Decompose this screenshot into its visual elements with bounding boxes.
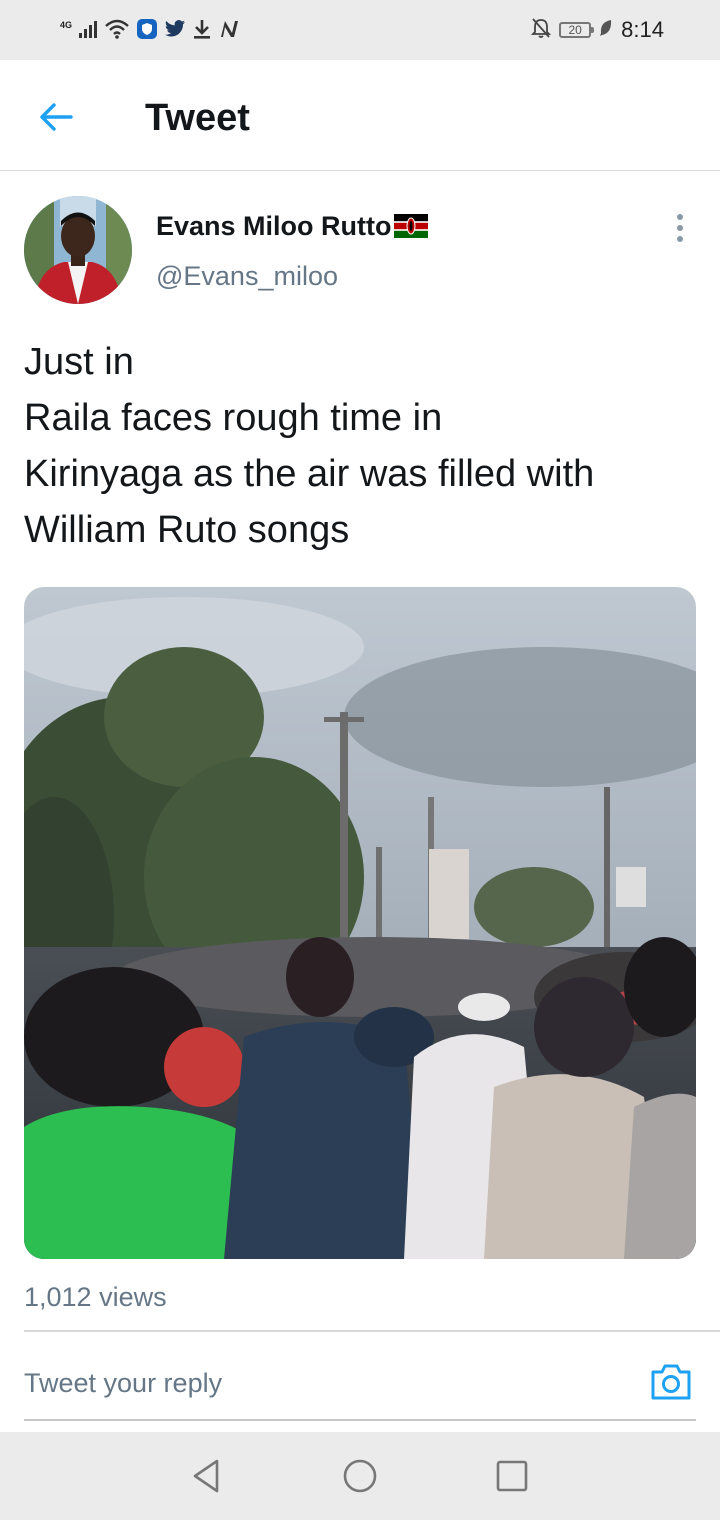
avatar[interactable] (24, 196, 132, 304)
divider (24, 1419, 696, 1421)
twitter-bird-icon (164, 19, 186, 44)
page-title: Tweet (145, 97, 250, 139)
tweet-text-line: Just in (24, 341, 134, 383)
more-dot-icon (677, 236, 683, 242)
network-type: 4G (60, 20, 73, 30)
leaf-icon (599, 19, 613, 42)
author-name[interactable]: Evans Miloo Rutto (156, 209, 428, 243)
divider (24, 1330, 720, 1332)
signal-icon (78, 19, 98, 44)
battery-icon: 20 (559, 22, 595, 38)
author-name-text: Evans Miloo Rutto (156, 211, 392, 241)
more-dot-icon (677, 214, 683, 220)
status-bar: 4G 20 8:14 (0, 0, 720, 60)
shield-app-icon (136, 18, 158, 45)
n-app-icon (218, 19, 240, 44)
status-bar-left: 4G (60, 18, 240, 44)
more-options-button[interactable] (664, 210, 696, 246)
more-dot-icon (677, 225, 683, 231)
recents-square-icon (496, 1460, 528, 1492)
battery-level: 20 (568, 23, 582, 37)
system-back-button[interactable] (186, 1456, 226, 1496)
author-handle[interactable]: @Evans_miloo (156, 259, 338, 293)
download-icon (192, 18, 212, 45)
top-app-bar: Tweet (0, 60, 720, 171)
system-home-button[interactable] (340, 1456, 380, 1496)
system-navigation-bar (0, 1432, 720, 1520)
back-triangle-icon (193, 1459, 219, 1493)
video-frame-image (24, 587, 696, 1259)
camera-icon (651, 1364, 691, 1400)
tweet-text-line: Kirinyaga as the air was filled with (24, 453, 595, 495)
status-bar-right: 20 8:14 (530, 16, 664, 44)
camera-button[interactable] (648, 1360, 694, 1404)
reply-input[interactable]: Tweet your reply (24, 1364, 222, 1402)
wifi-icon (104, 18, 130, 45)
tweet-video[interactable] (24, 587, 696, 1259)
kenya-flag-icon (393, 214, 428, 238)
home-circle-icon (343, 1459, 377, 1493)
back-button[interactable] (32, 95, 80, 139)
tweet-text-line: Raila faces rough time in (24, 397, 443, 439)
tweet-text-line: William Ruto songs (24, 509, 350, 551)
clock: 8:14 (621, 17, 664, 42)
arrow-left-icon (40, 103, 73, 131)
system-recents-button[interactable] (492, 1456, 532, 1496)
tweet-text: Just in Raila faces rough time in Kiriny… (24, 334, 700, 558)
view-count: 1,012 views (24, 1282, 167, 1312)
bell-muted-icon (530, 17, 552, 44)
